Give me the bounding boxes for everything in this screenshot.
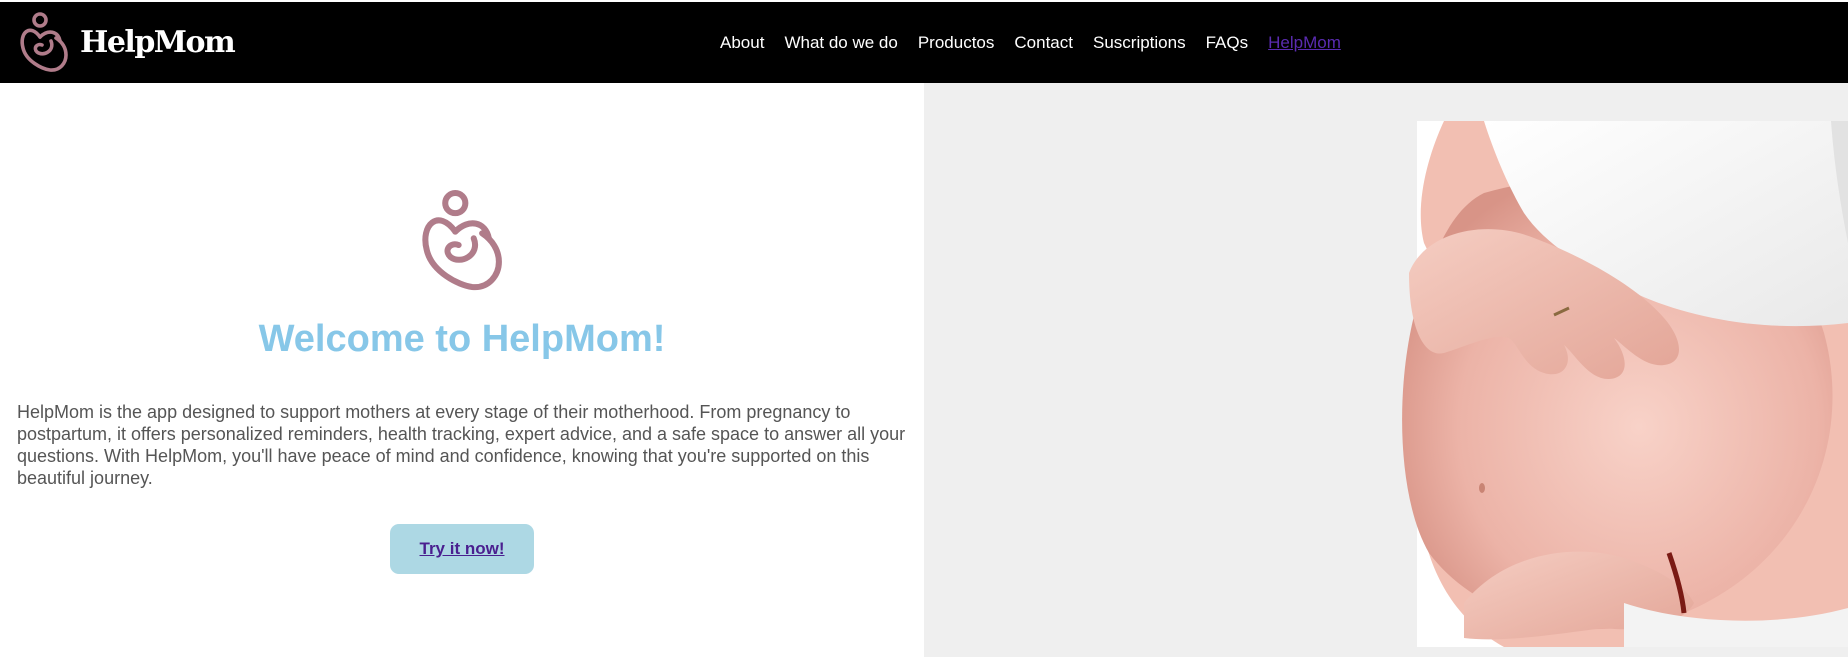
nav-link-helpmom[interactable]: HelpMom — [1268, 33, 1341, 53]
brand[interactable]: HelpMom — [18, 12, 236, 72]
helpmom-logo-icon — [20, 12, 68, 72]
main-nav: About What do we do Productos Contact Su… — [720, 2, 1361, 83]
helpmom-hero-logo-icon — [422, 190, 502, 290]
brand-name: HelpMom — [80, 24, 236, 60]
nav-link-faqs[interactable]: FAQs — [1206, 33, 1249, 53]
pregnant-belly-photo — [1402, 121, 1848, 647]
top-navbar: HelpMom About What do we do Productos Co… — [0, 2, 1848, 83]
hero-title: Welcome to HelpMom! — [258, 318, 666, 360]
nav-link-productos[interactable]: Productos — [918, 33, 995, 53]
hero-description: HelpMom is the app designed to support m… — [17, 402, 906, 488]
try-it-now-button[interactable]: Try it now! — [390, 524, 534, 574]
nav-link-contact[interactable]: Contact — [1014, 33, 1073, 53]
hero-content: Welcome to HelpMom! HelpMom is the app d… — [0, 83, 924, 657]
nav-link-what-do-we-do[interactable]: What do we do — [784, 33, 897, 53]
nav-link-suscriptions[interactable]: Suscriptions — [1093, 33, 1186, 53]
hero-image-panel — [924, 83, 1848, 657]
nav-link-about[interactable]: About — [720, 33, 764, 53]
